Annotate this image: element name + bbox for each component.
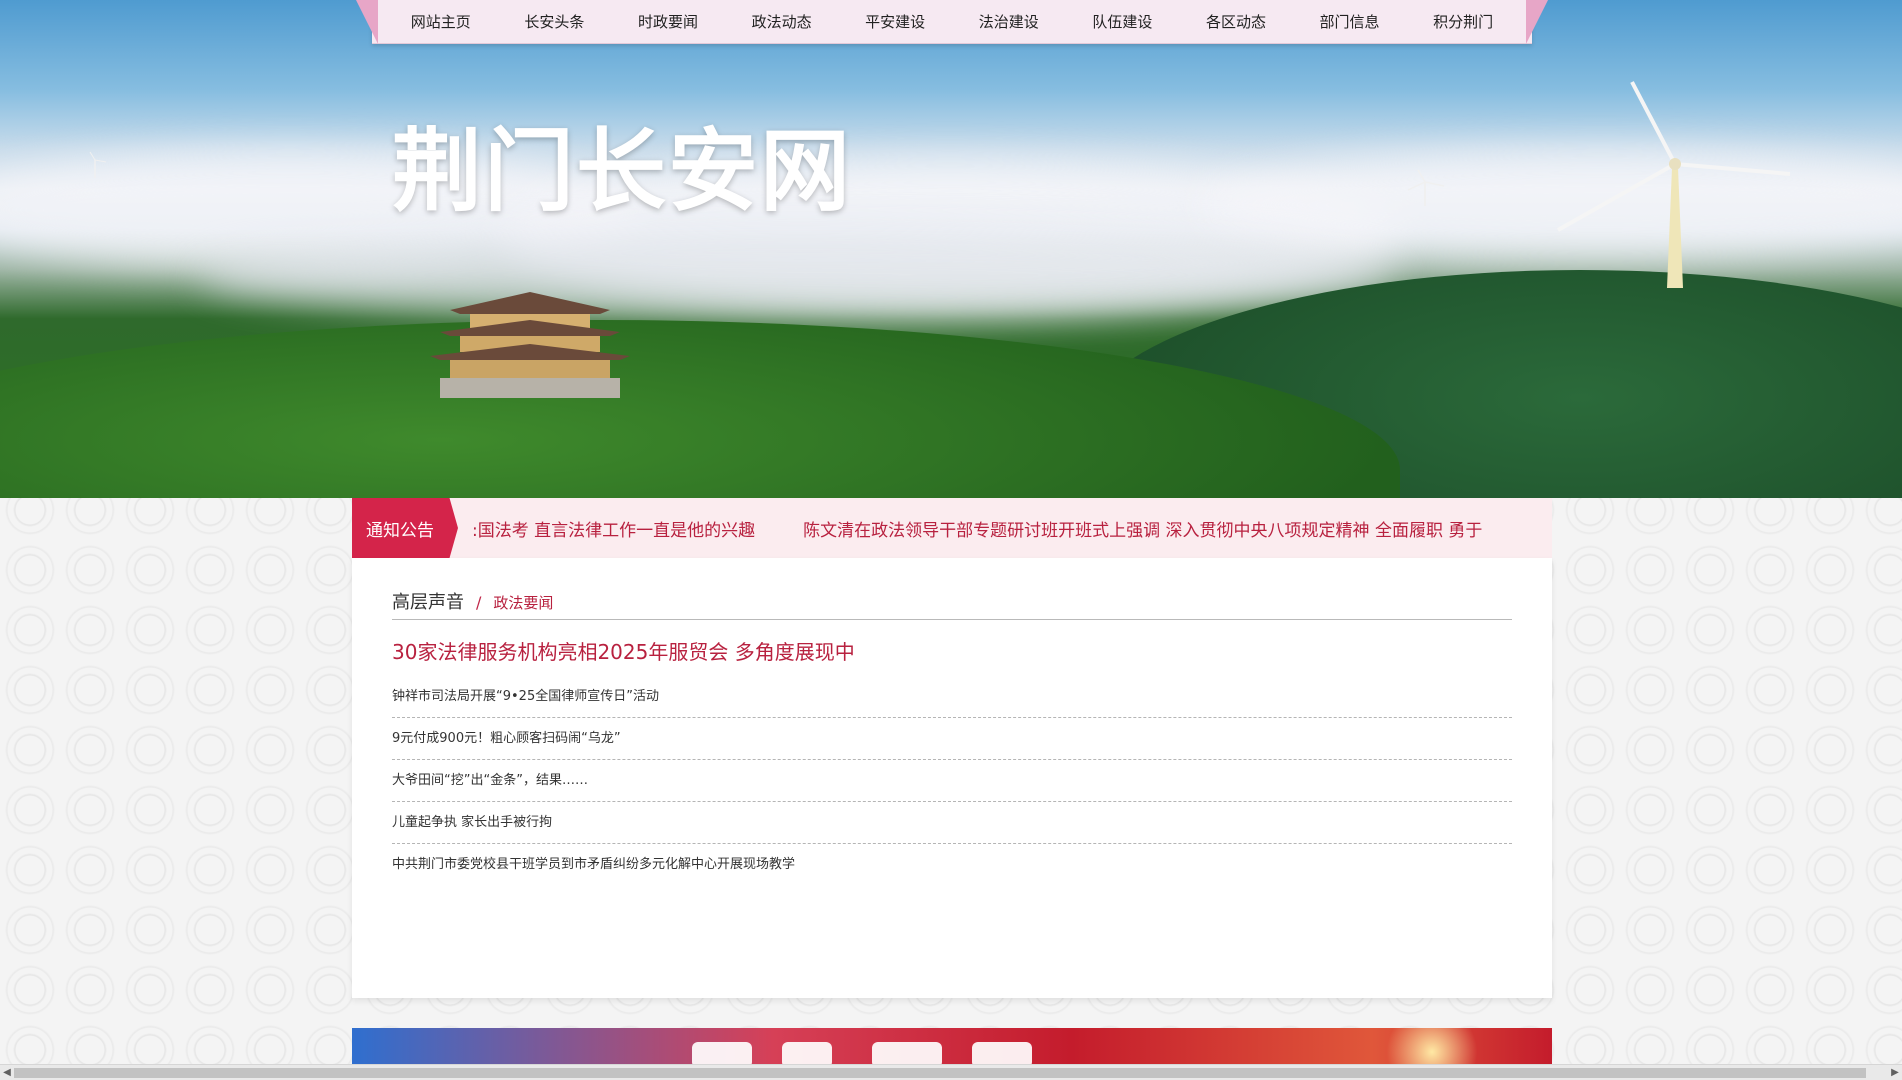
scroll-right-icon[interactable]: ▶	[1889, 1067, 1901, 1079]
nav-home[interactable]: 网站主页	[411, 11, 471, 32]
hero-banner	[0, 0, 1902, 498]
main-nav: 网站主页 长安头条 时政要闻 政法动态 平安建设 法治建设 队伍建设 各区动态 …	[372, 0, 1532, 44]
nav-safety-building[interactable]: 平安建设	[865, 11, 925, 32]
notice-item[interactable]: :国法考 直言法律工作一直是他的兴趣	[472, 516, 755, 541]
nav-district-news[interactable]: 各区动态	[1206, 11, 1266, 32]
scroll-left-icon[interactable]: ◀	[1, 1067, 13, 1079]
wind-turbine-far	[89, 151, 107, 178]
news-panel: 高层声音 / 政法要闻 30家法律服务机构亮相2025年服贸会 多角度展现中 钟…	[352, 558, 1552, 998]
nav-legal-news[interactable]: 政法动态	[752, 11, 812, 32]
news-item[interactable]: 钟祥市司法局开展“9•25全国律师宣传日”活动	[392, 676, 1512, 718]
wind-turbine-small	[1407, 169, 1445, 206]
breadcrumb-secondary[interactable]: 政法要闻	[493, 592, 553, 613]
nav-current-affairs[interactable]: 时政要闻	[638, 11, 698, 32]
scrollbar-thumb[interactable]	[14, 1068, 1866, 1078]
news-item[interactable]: 大爷田间“挖”出“金条”，结果……	[392, 760, 1512, 802]
notice-ticker: :国法考 直言法律工作一直是他的兴趣 陈文清在政法领导干部专题研讨班开班式上强调…	[472, 498, 1542, 558]
news-item[interactable]: 9元付成900元！粗心顾客扫码闹“乌龙”	[392, 718, 1512, 760]
notice-bar: 通知公告 :国法考 直言法律工作一直是他的兴趣 陈文清在政法领导干部专题研讨班开…	[352, 498, 1552, 558]
nav-rule-of-law[interactable]: 法治建设	[979, 11, 1039, 32]
news-item[interactable]: 中共荆门市委党校县干班学员到市矛盾纠纷多元化解中心开展现场教学	[392, 844, 1512, 886]
breadcrumb-separator: /	[476, 593, 482, 612]
notice-tag: 通知公告	[352, 498, 458, 558]
horizontal-scrollbar[interactable]: ◀ ▶	[0, 1064, 1902, 1080]
nav-department-info[interactable]: 部门信息	[1320, 11, 1380, 32]
nav-team-building[interactable]: 队伍建设	[1092, 11, 1152, 32]
nav-points-jingmen[interactable]: 积分荆门	[1433, 11, 1493, 32]
wind-turbine-large	[1557, 81, 1791, 288]
nav-changan-headlines[interactable]: 长安头条	[524, 11, 584, 32]
notice-item[interactable]: 陈文清在政法领导干部专题研讨班开班式上强调 深入贯彻中央八项规定精神 全面履职 …	[803, 516, 1482, 541]
pavilion-image	[430, 292, 630, 398]
news-item[interactable]: 儿童起争执 家长出手被行拘	[392, 802, 1512, 844]
news-headline[interactable]: 30家法律服务机构亮相2025年服贸会 多角度展现中	[392, 636, 855, 665]
banner-glow	[1372, 1028, 1492, 1068]
site-title: 荆门长安网	[392, 119, 852, 224]
breadcrumb-primary[interactable]: 高层声音	[392, 588, 464, 614]
promo-banner[interactable]	[352, 1028, 1552, 1068]
news-list: 钟祥市司法局开展“9•25全国律师宣传日”活动 9元付成900元！粗心顾客扫码闹…	[392, 676, 1512, 886]
breadcrumb: 高层声音 / 政法要闻	[392, 588, 1512, 620]
